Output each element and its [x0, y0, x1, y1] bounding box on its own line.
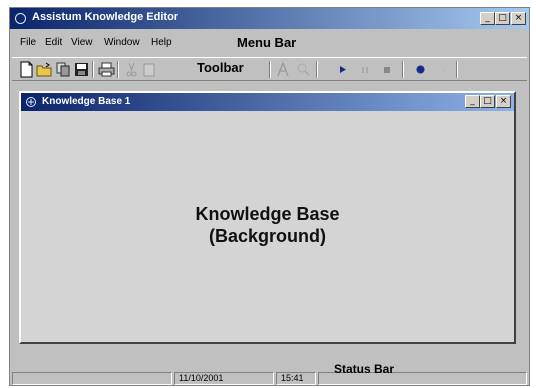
cut-icon[interactable] [123, 61, 140, 78]
knowledge-base-callout-line2: (Background) [209, 226, 326, 246]
toolbar-separator [92, 61, 94, 78]
app-title: Assistum Knowledge Editor [32, 11, 179, 23]
child-minimize-button[interactable]: _ [465, 95, 480, 108]
undo-icon[interactable] [433, 61, 450, 78]
paste-icon[interactable] [141, 61, 158, 78]
save-icon[interactable] [73, 61, 90, 78]
app-minimize-button[interactable]: _ [480, 12, 495, 25]
play-icon[interactable] [334, 61, 351, 78]
child-maximize-button[interactable]: □ [480, 95, 495, 108]
toolbar-separator [402, 61, 404, 78]
knowledge-base-callout-line1: Knowledge Base [195, 204, 340, 224]
menu-bar: File Edit View Window Help Menu Bar [10, 32, 529, 54]
child-window-title: Knowledge Base 1 [42, 96, 131, 107]
app-close-button[interactable]: × [511, 12, 526, 25]
child-title-bar[interactable]: Knowledge Base 1 _ □ × [21, 93, 514, 111]
status-panel-time: 15:41 [276, 372, 316, 385]
toolbar-callout: Toolbar [197, 60, 244, 75]
new-document-icon[interactable] [18, 61, 35, 78]
app-maximize-button[interactable]: □ [495, 12, 510, 25]
toolbar-separator [316, 61, 318, 78]
application-window: Assistum Knowledge Editor _ □ × File Edi… [9, 7, 530, 386]
find-icon[interactable] [295, 61, 312, 78]
status-bar-callout: Status Bar [334, 362, 395, 376]
app-icon[interactable] [15, 13, 26, 24]
print-icon[interactable] [98, 61, 115, 78]
knowledge-base-window[interactable]: Knowledge Base 1 _ □ × Knowledge Base (B… [19, 91, 516, 344]
child-close-button[interactable]: × [496, 95, 511, 108]
toolbar: Toolbar [12, 57, 527, 81]
app-title-bar[interactable]: Assistum Knowledge Editor _ □ × [10, 8, 529, 29]
pause-icon[interactable] [356, 61, 373, 78]
knowledge-base-callout: Knowledge Base (Background) [21, 203, 514, 247]
record-icon[interactable] [412, 61, 429, 78]
toolbar-separator [456, 61, 458, 78]
status-panel-message [12, 372, 172, 385]
menu-help[interactable]: Help [151, 37, 172, 48]
status-bar: 11/10/2001 15:41 [10, 371, 529, 385]
toolbar-separator [117, 61, 119, 78]
toolbar-separator [269, 61, 271, 78]
menu-edit[interactable]: Edit [45, 37, 62, 48]
menu-file[interactable]: File [20, 37, 36, 48]
menu-bar-callout: Menu Bar [237, 35, 297, 50]
open-folder-icon[interactable] [36, 61, 53, 78]
copy-icon[interactable] [55, 61, 72, 78]
knowledge-base-icon[interactable] [25, 96, 37, 108]
font-icon[interactable] [275, 61, 292, 78]
status-panel-date: 11/10/2001 [174, 372, 274, 385]
menu-window[interactable]: Window [104, 37, 140, 48]
stop-icon[interactable] [378, 61, 395, 78]
menu-view[interactable]: View [71, 37, 93, 48]
